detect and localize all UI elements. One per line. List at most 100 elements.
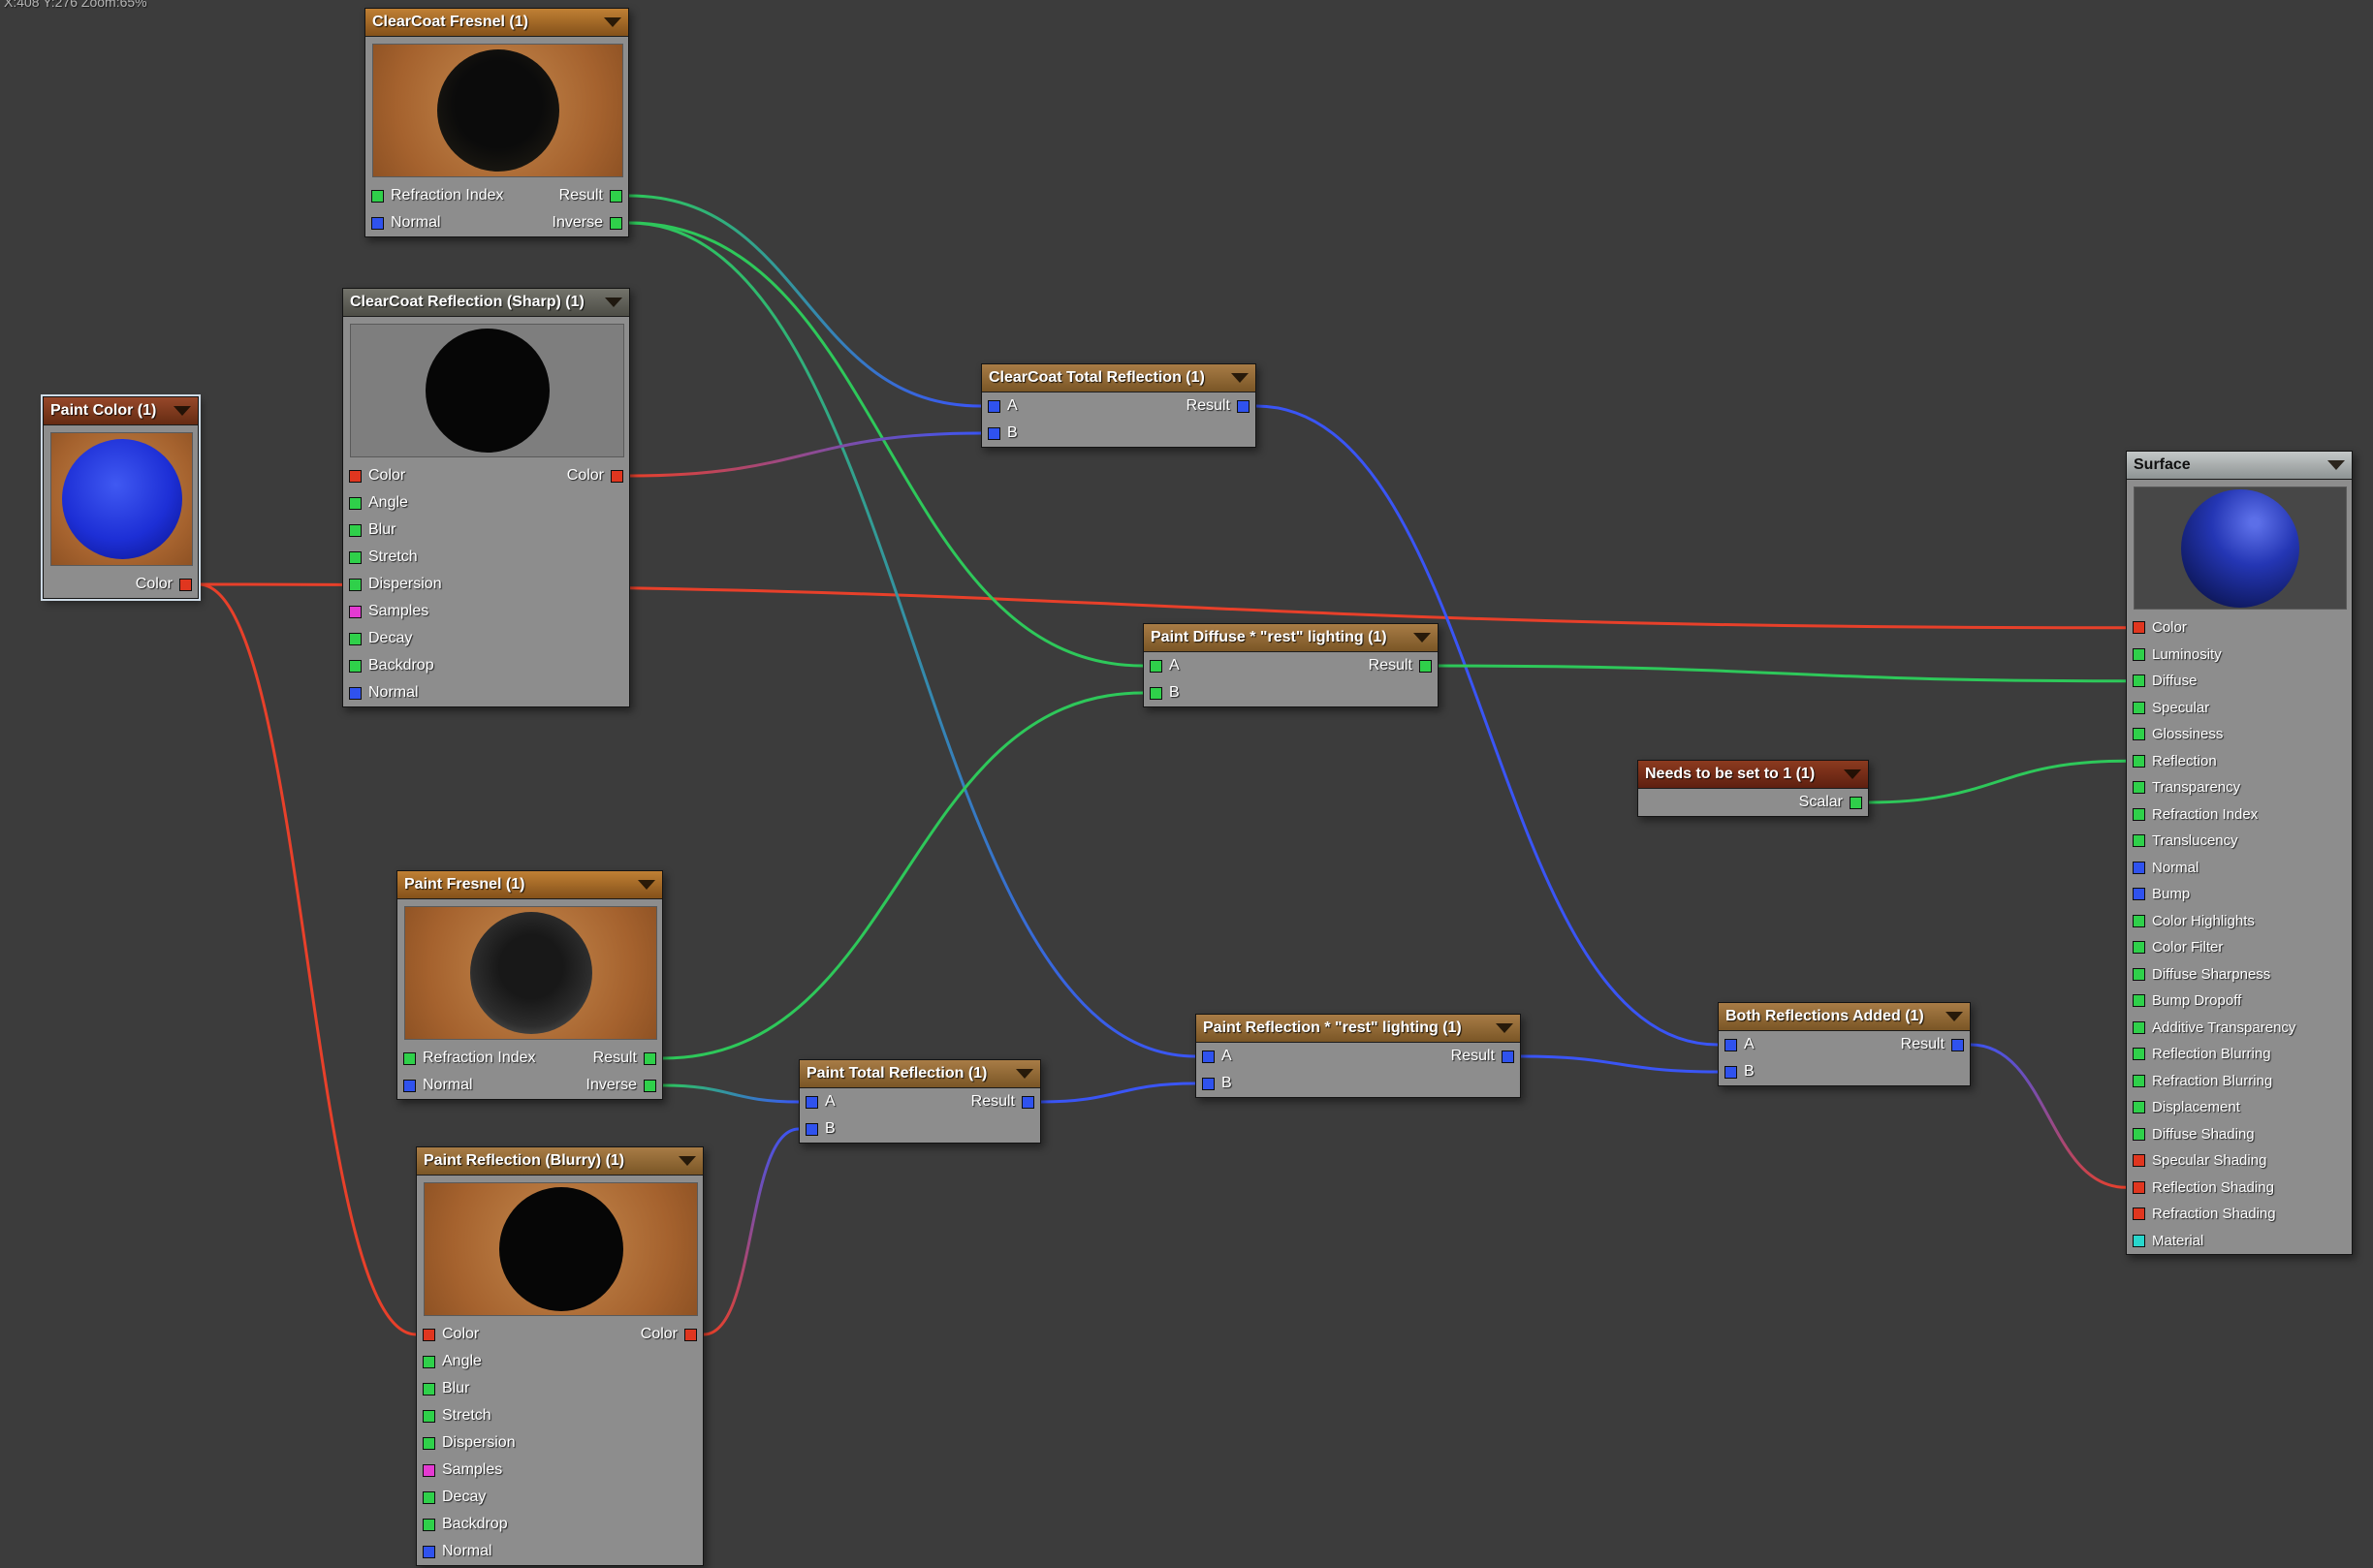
wire-clearcoat-fresnel-result-to-clearcoat-total-reflection-a[interactable] <box>629 196 981 406</box>
input-port-b[interactable] <box>1150 687 1162 700</box>
output-port-inverse[interactable] <box>610 217 622 230</box>
node-paint-diffuse-rest[interactable]: Paint Diffuse * "rest" lighting (1)AResu… <box>1143 623 1439 707</box>
input-port-specular-shading[interactable] <box>2133 1154 2145 1167</box>
input-port-translucency[interactable] <box>2133 834 2145 847</box>
output-port-result[interactable] <box>1502 1051 1514 1063</box>
input-port-refraction-index[interactable] <box>371 190 384 203</box>
node-paint-reflection-blurry[interactable]: Paint Reflection (Blurry) (1)ColorColorA… <box>416 1146 704 1566</box>
node-titlebar[interactable]: Paint Diffuse * "rest" lighting (1) <box>1144 624 1438 652</box>
output-port-result[interactable] <box>644 1052 656 1065</box>
node-editor-canvas[interactable]: X:408 Y:276 Zoom:65% ClearCoat Fresnel (… <box>0 0 2373 1568</box>
input-port-backdrop[interactable] <box>423 1519 435 1531</box>
chevron-down-icon[interactable] <box>604 17 621 27</box>
input-port-reflection-shading[interactable] <box>2133 1181 2145 1194</box>
node-titlebar[interactable]: Surface <box>2127 452 2352 480</box>
input-port-transparency[interactable] <box>2133 781 2145 794</box>
input-port-blur[interactable] <box>349 524 362 537</box>
node-titlebar[interactable]: Paint Fresnel (1) <box>397 871 662 899</box>
input-port-luminosity[interactable] <box>2133 648 2145 661</box>
chevron-down-icon[interactable] <box>1946 1012 1963 1021</box>
input-port-dispersion[interactable] <box>349 579 362 591</box>
output-port-scalar[interactable] <box>1850 797 1862 809</box>
input-port-decay[interactable] <box>423 1491 435 1504</box>
wire-both-reflections-added-result-to-surface-reflection-shading[interactable] <box>1971 1045 2126 1187</box>
input-port-dispersion[interactable] <box>423 1437 435 1450</box>
input-port-angle[interactable] <box>423 1356 435 1368</box>
input-port-diffuse-shading[interactable] <box>2133 1128 2145 1141</box>
node-clearcoat-reflection-sharp[interactable]: ClearCoat Reflection (Sharp) (1)ColorCol… <box>342 288 630 707</box>
input-port-diffuse-sharpness[interactable] <box>2133 968 2145 981</box>
node-titlebar[interactable]: ClearCoat Total Reflection (1) <box>982 364 1255 392</box>
input-port-backdrop[interactable] <box>349 660 362 673</box>
node-surface[interactable]: SurfaceColorLuminosityDiffuseSpecularGlo… <box>2126 451 2353 1255</box>
input-port-specular[interactable] <box>2133 702 2145 714</box>
input-port-stretch[interactable] <box>423 1410 435 1423</box>
node-titlebar[interactable]: Paint Total Reflection (1) <box>800 1060 1040 1088</box>
chevron-down-icon[interactable] <box>1844 769 1861 779</box>
node-both-reflections-added[interactable]: Both Reflections Added (1)AResultB <box>1718 1002 1971 1086</box>
chevron-down-icon[interactable] <box>1016 1069 1033 1079</box>
input-port-a[interactable] <box>1202 1051 1215 1063</box>
input-port-normal[interactable] <box>423 1546 435 1558</box>
wire-paint-total-reflection-result-to-paint-reflection-rest-b[interactable] <box>1041 1083 1195 1102</box>
input-port-reflection-blurring[interactable] <box>2133 1048 2145 1060</box>
chevron-down-icon[interactable] <box>679 1156 696 1166</box>
input-port-color-filter[interactable] <box>2133 941 2145 954</box>
node-titlebar[interactable]: Paint Color (1) <box>44 397 198 425</box>
input-port-additive-transparency[interactable] <box>2133 1021 2145 1034</box>
input-port-a[interactable] <box>1724 1039 1737 1051</box>
chevron-down-icon[interactable] <box>1231 373 1249 383</box>
input-port-a[interactable] <box>1150 660 1162 673</box>
chevron-down-icon[interactable] <box>638 880 655 890</box>
wire-paint-reflection-blurry-color-to-paint-total-reflection-b[interactable] <box>704 1129 799 1334</box>
node-clearcoat-total-reflection[interactable]: ClearCoat Total Reflection (1)AResultB <box>981 363 1256 448</box>
output-port-result[interactable] <box>1951 1039 1964 1051</box>
input-port-normal[interactable] <box>371 217 384 230</box>
input-port-refraction-index[interactable] <box>403 1052 416 1065</box>
chevron-down-icon[interactable] <box>1413 633 1431 643</box>
input-port-normal[interactable] <box>349 687 362 700</box>
node-titlebar[interactable]: Paint Reflection * "rest" lighting (1) <box>1196 1015 1520 1043</box>
output-port-color[interactable] <box>611 470 623 483</box>
input-port-material[interactable] <box>2133 1235 2145 1247</box>
node-titlebar[interactable]: Paint Reflection (Blurry) (1) <box>417 1147 703 1176</box>
input-port-b[interactable] <box>1724 1066 1737 1079</box>
output-port-result[interactable] <box>1419 660 1432 673</box>
input-port-samples[interactable] <box>423 1464 435 1477</box>
node-needs-set-1[interactable]: Needs to be set to 1 (1)Scalar <box>1637 760 1869 817</box>
input-port-color[interactable] <box>349 470 362 483</box>
output-port-color[interactable] <box>179 579 192 591</box>
wire-paint-fresnel-inverse-to-paint-total-reflection-a[interactable] <box>663 1085 799 1102</box>
node-paint-reflection-rest[interactable]: Paint Reflection * "rest" lighting (1)AR… <box>1195 1014 1521 1098</box>
input-port-samples[interactable] <box>349 606 362 618</box>
input-port-stretch[interactable] <box>349 551 362 564</box>
node-titlebar[interactable]: ClearCoat Fresnel (1) <box>365 9 628 37</box>
node-titlebar[interactable]: Needs to be set to 1 (1) <box>1638 761 1868 789</box>
wire-clearcoat-total-reflection-result-to-both-reflections-added-a[interactable] <box>1256 406 1718 1045</box>
node-paint-color[interactable]: Paint Color (1)Color <box>43 396 199 599</box>
chevron-down-icon[interactable] <box>2327 460 2345 470</box>
input-port-color-highlights[interactable] <box>2133 915 2145 927</box>
chevron-down-icon[interactable] <box>174 406 191 416</box>
input-port-color[interactable] <box>2133 621 2145 634</box>
node-clearcoat-fresnel[interactable]: ClearCoat Fresnel (1)Refraction IndexRes… <box>364 8 629 237</box>
output-port-result[interactable] <box>1237 400 1250 413</box>
output-port-inverse[interactable] <box>644 1080 656 1092</box>
input-port-diffuse[interactable] <box>2133 674 2145 687</box>
wire-clearcoat-reflection-sharp-color-to-clearcoat-total-reflection-b[interactable] <box>630 433 981 476</box>
input-port-color[interactable] <box>423 1329 435 1341</box>
input-port-normal[interactable] <box>2133 862 2145 874</box>
wire-paint-reflection-rest-result-to-both-reflections-added-b[interactable] <box>1521 1056 1718 1072</box>
output-port-color[interactable] <box>684 1329 697 1341</box>
node-paint-total-reflection[interactable]: Paint Total Reflection (1)AResultB <box>799 1059 1041 1144</box>
input-port-b[interactable] <box>1202 1078 1215 1090</box>
node-paint-fresnel[interactable]: Paint Fresnel (1)Refraction IndexResultN… <box>396 870 663 1100</box>
wire-paint-diffuse-rest-result-to-surface-diffuse[interactable] <box>1439 666 2126 681</box>
chevron-down-icon[interactable] <box>1496 1023 1513 1033</box>
input-port-angle[interactable] <box>349 497 362 510</box>
input-port-a[interactable] <box>988 400 1000 413</box>
input-port-bump-dropoff[interactable] <box>2133 994 2145 1007</box>
input-port-blur[interactable] <box>423 1383 435 1396</box>
input-port-refraction-blurring[interactable] <box>2133 1075 2145 1087</box>
input-port-b[interactable] <box>988 427 1000 440</box>
